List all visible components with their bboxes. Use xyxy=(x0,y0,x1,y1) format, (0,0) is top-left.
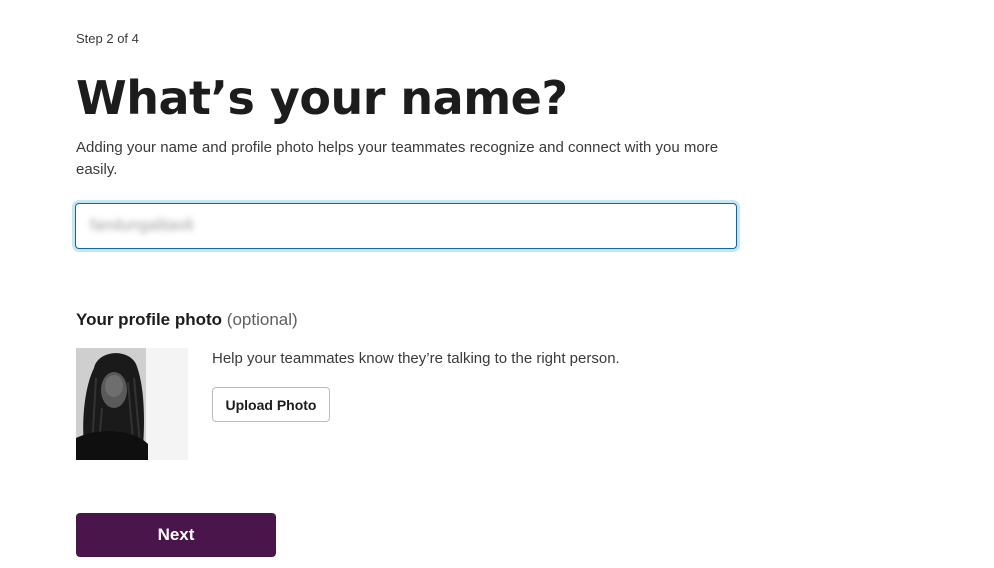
next-button[interactable]: Next xyxy=(76,513,276,557)
profile-photo-avatar xyxy=(76,348,188,460)
upload-photo-button[interactable]: Upload Photo xyxy=(212,387,330,422)
profile-photo-help-text: Help your teammates know they’re talking… xyxy=(212,350,620,367)
step-indicator: Step 2 of 4 xyxy=(76,31,139,46)
page-subtitle: Adding your name and profile photo helps… xyxy=(76,139,719,178)
full-name-input[interactable]: fandungalitaoli xyxy=(75,203,737,249)
full-name-input-value: fandungalitaoli xyxy=(90,217,194,234)
page-title: What’s your name? xyxy=(76,71,568,125)
profile-photo-heading-label: Your profile photo xyxy=(76,310,223,329)
avatar-image xyxy=(76,348,188,460)
profile-photo-heading: Your profile photo (optional) xyxy=(76,310,298,330)
optional-label: (optional) xyxy=(226,310,298,329)
